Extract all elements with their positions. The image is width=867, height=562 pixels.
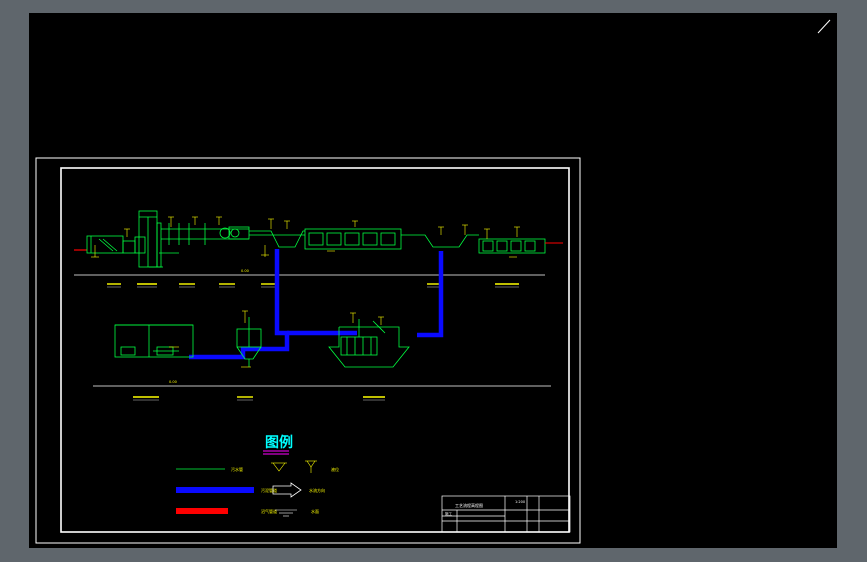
legend-gas-label: 沼气管道 <box>261 508 277 514</box>
upper-level-markers <box>91 216 520 258</box>
drawing-title: 工艺流程高程图 <box>455 502 483 508</box>
lower-elevation-label: 0.00 <box>169 380 177 384</box>
legend-surface-label: 水面 <box>311 508 319 514</box>
cad-crosshair-mark <box>817 19 831 34</box>
process-flow-drawing: 0.00 0.00 图例 污水管 液位 污泥管道 水流方向 沼气管道 水面 工艺… <box>35 19 831 544</box>
outer-sheet-frame <box>35 157 581 544</box>
legend-water-label: 污水管 <box>231 466 243 472</box>
upper-elevation-label: 0.00 <box>241 269 249 273</box>
legend: 图例 污水管 液位 污泥管道 水流方向 沼气管道 水面 <box>176 434 339 517</box>
flow-direction-arrow-icon <box>272 482 302 498</box>
legend-flow-label: 水流方向 <box>309 487 325 493</box>
inner-sheet-frame <box>60 167 570 533</box>
scale-label: 1:200 <box>515 500 525 504</box>
legend-level-label: 液位 <box>331 466 339 472</box>
water-surface-icon <box>275 509 297 517</box>
legend-title: 图例 <box>265 434 293 451</box>
legend-sludge-line-sample <box>176 487 254 493</box>
legend-gas-line-sample <box>176 508 228 514</box>
legend-sludge-label: 污泥管道 <box>261 487 277 493</box>
project-code: 施工 <box>445 511 453 516</box>
title-block <box>441 495 571 533</box>
drawing-viewport[interactable]: 0.00 0.00 图例 污水管 液位 污泥管道 水流方向 沼气管道 水面 工艺… <box>29 13 837 548</box>
sludge-pipe-network <box>189 249 444 360</box>
upper-process-line <box>74 210 557 268</box>
legend-level-symbol <box>271 460 317 473</box>
lower-process-line <box>114 317 410 368</box>
